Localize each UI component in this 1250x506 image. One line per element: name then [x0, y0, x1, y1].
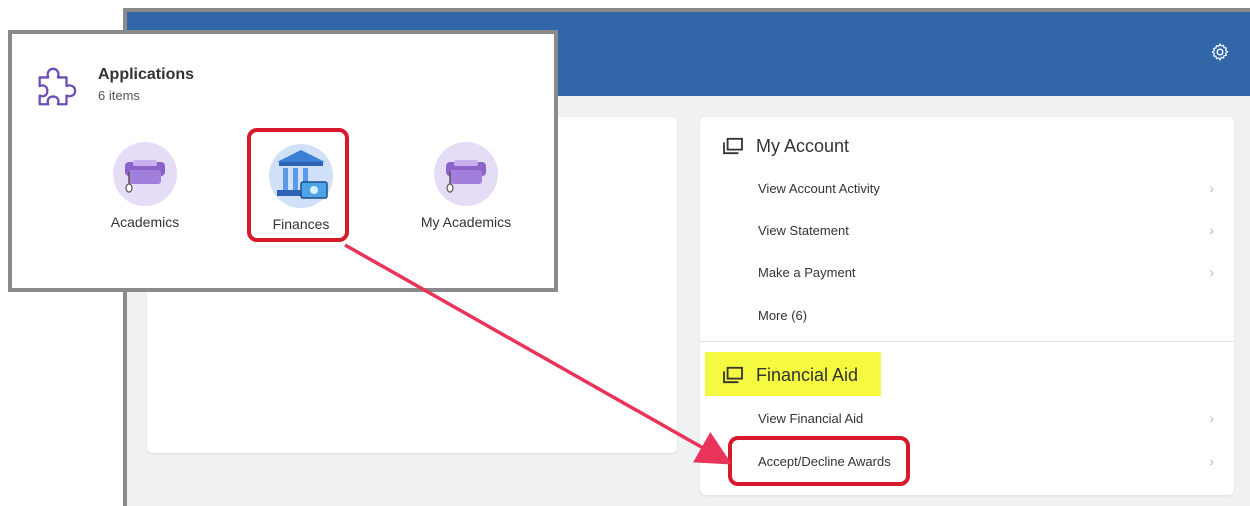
- callout-arrow: [344, 243, 733, 465]
